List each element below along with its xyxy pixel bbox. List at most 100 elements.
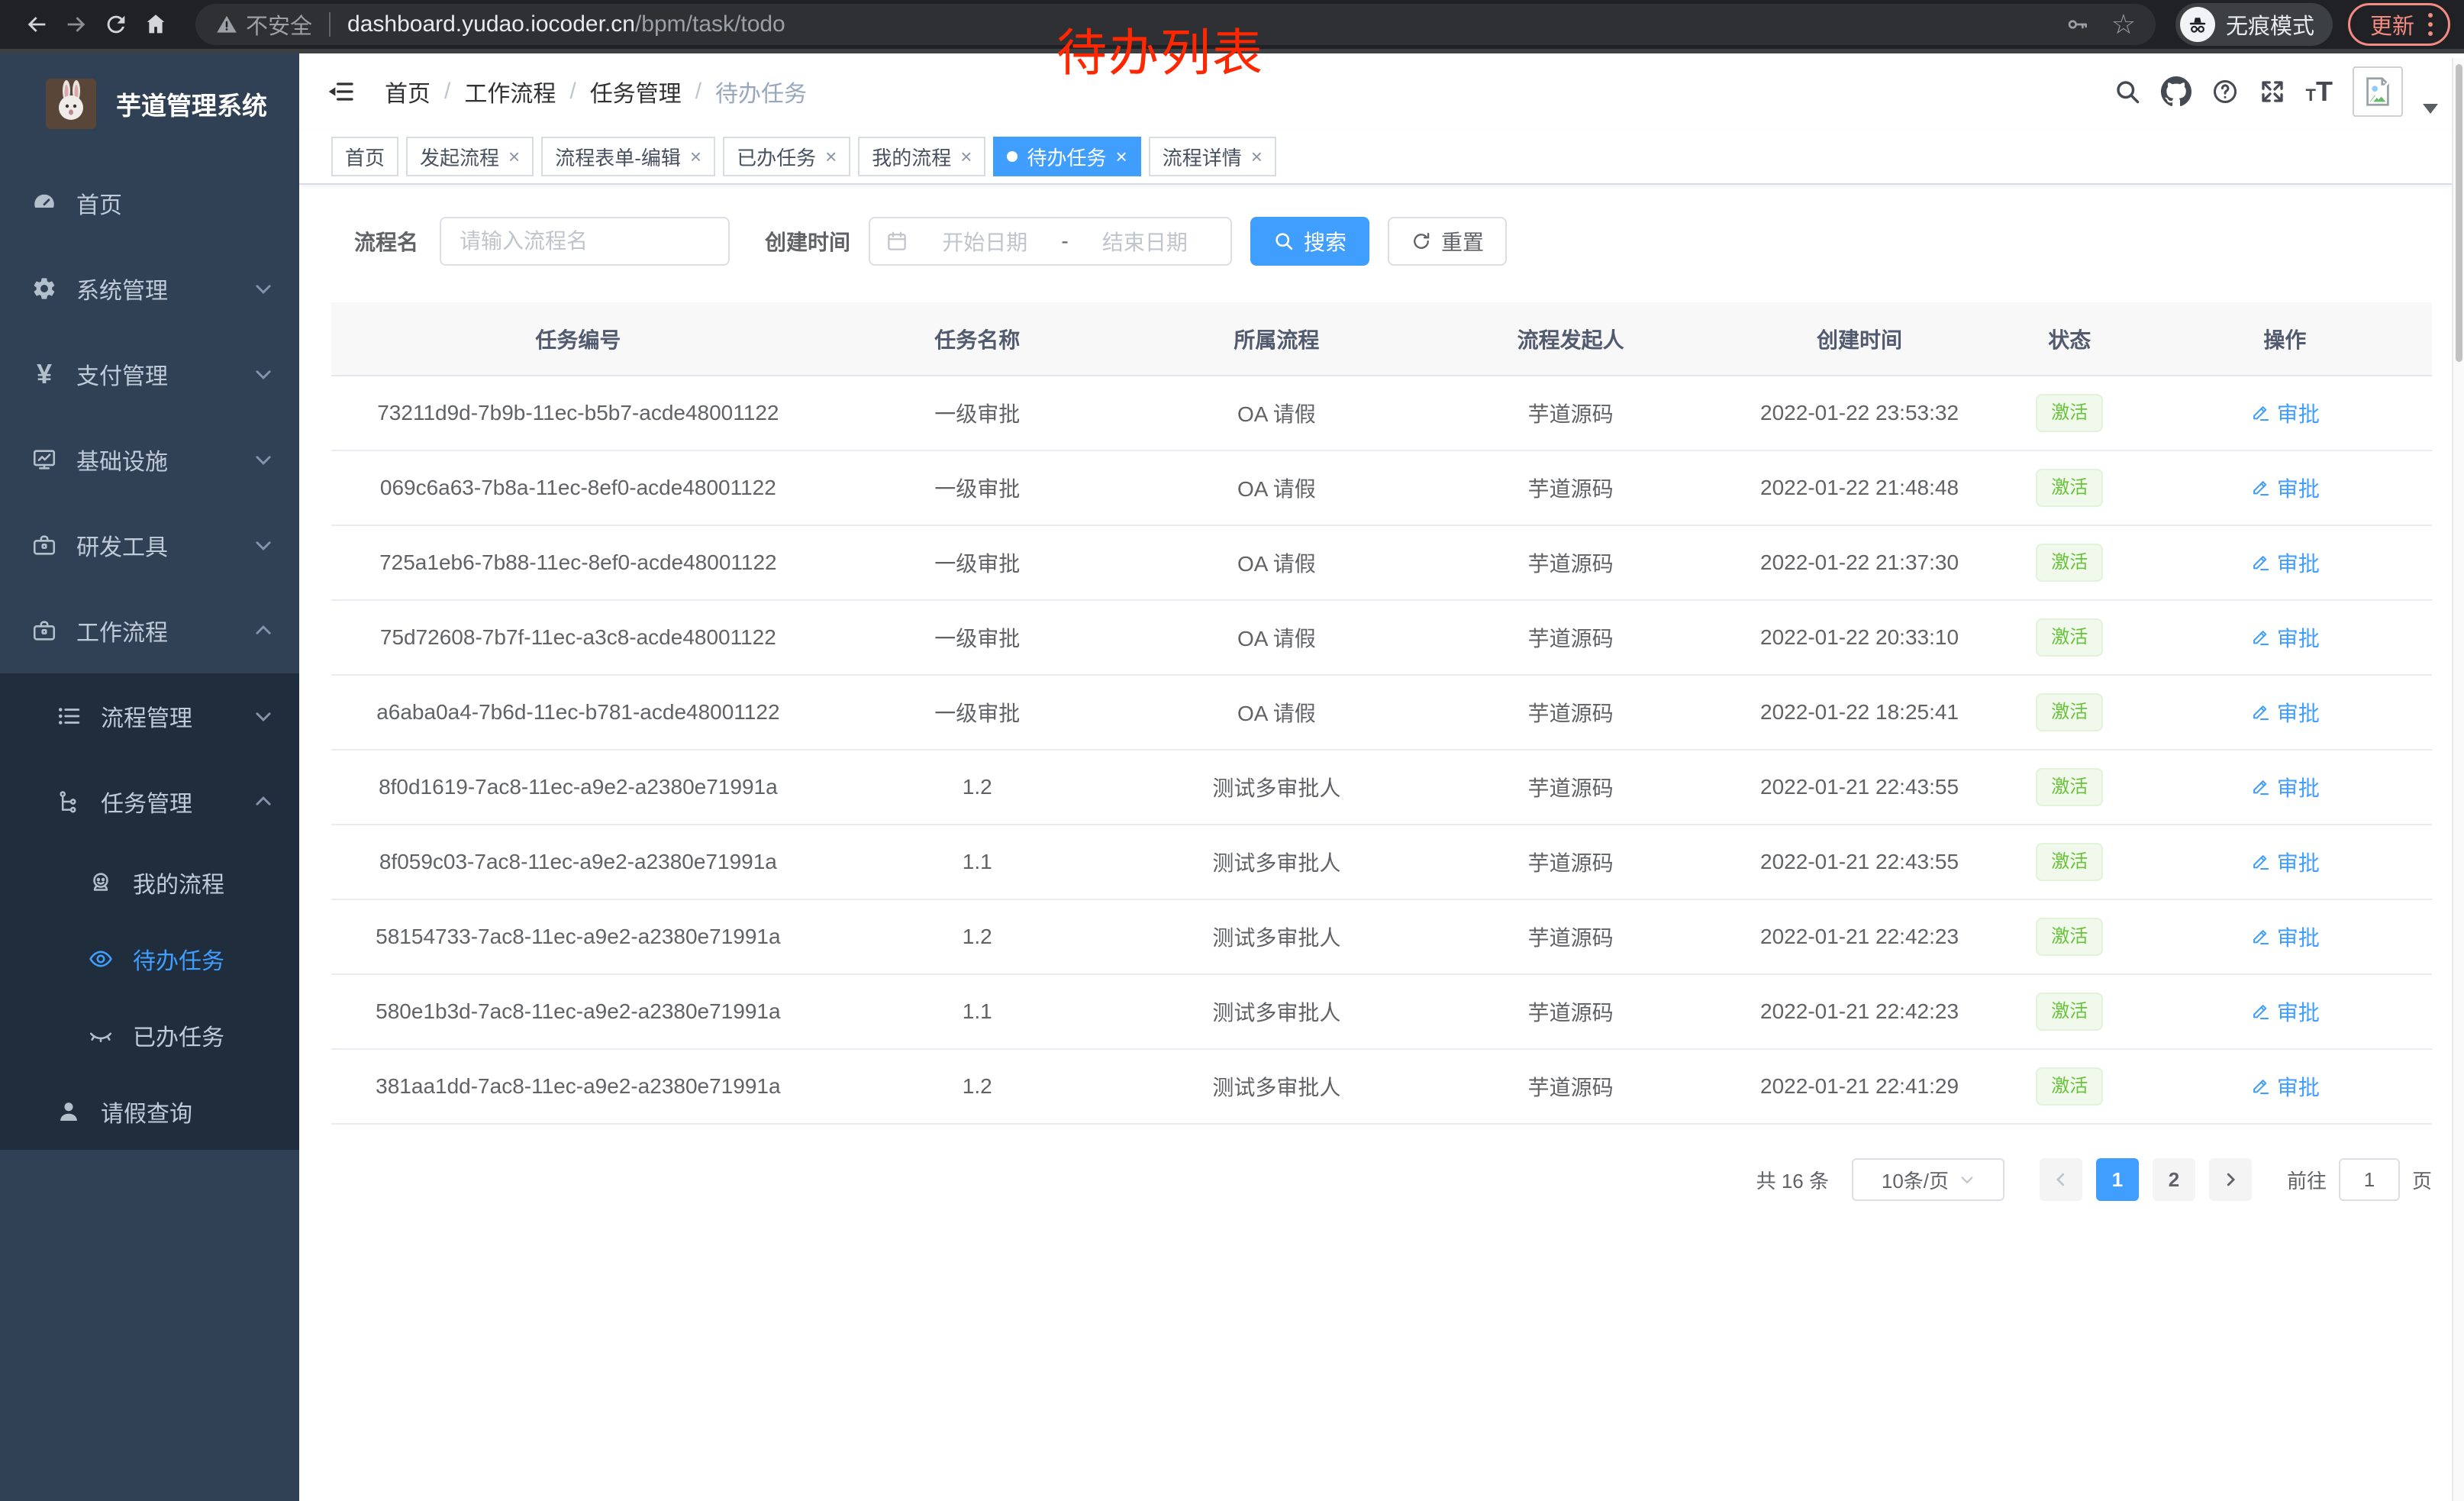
- col-action: 操作: [2138, 302, 2432, 376]
- sidebar-item-workflow[interactable]: 工作流程: [0, 588, 299, 673]
- approve-button[interactable]: 审批: [2250, 473, 2320, 503]
- approve-button[interactable]: 审批: [2250, 547, 2320, 578]
- github-icon[interactable]: [2161, 76, 2191, 107]
- end-date-placeholder: 结束日期: [1075, 226, 1215, 257]
- sidebar-item-payment[interactable]: ¥ 支付管理: [0, 331, 299, 417]
- sidebar-item-infra[interactable]: 基础设施: [0, 417, 299, 502]
- robot-face-icon: [87, 869, 114, 896]
- search-button[interactable]: 搜索: [1250, 217, 1369, 266]
- app-title: 芋道管理系统: [116, 86, 267, 122]
- sidebar-item-process-manage[interactable]: 流程管理: [0, 673, 299, 759]
- tag-start-process[interactable]: 发起流程×: [406, 137, 534, 176]
- close-icon[interactable]: ×: [825, 147, 837, 166]
- date-range-picker[interactable]: 开始日期 - 结束日期: [869, 217, 1232, 266]
- warning-icon: [215, 13, 238, 36]
- search-icon[interactable]: [2114, 78, 2141, 105]
- approve-button[interactable]: 审批: [2250, 996, 2320, 1027]
- sidebar-item-leave-query[interactable]: 请假查询: [0, 1073, 299, 1150]
- edit-icon: [2250, 552, 2271, 573]
- close-icon[interactable]: ×: [508, 147, 520, 166]
- approve-button[interactable]: 审批: [2250, 1071, 2320, 1102]
- tag-home[interactable]: 首页: [331, 137, 398, 176]
- table-row: a6aba0a4-7b6d-11ec-b781-acde48001122一级审批…: [331, 675, 2432, 750]
- key-icon[interactable]: [2066, 12, 2090, 37]
- tag-process-detail[interactable]: 流程详情×: [1149, 137, 1276, 176]
- gear-icon: [31, 275, 58, 302]
- divider: [329, 12, 331, 37]
- chevron-up-icon: [253, 792, 273, 812]
- help-icon[interactable]: [2211, 78, 2239, 105]
- process-name-label: 流程名: [354, 226, 418, 257]
- chevron-down-icon: [253, 706, 273, 726]
- table-row: 58154733-7ac8-11ec-a9e2-a2380e71991a1.2测…: [331, 899, 2432, 974]
- sidebar: 芋道管理系统 首页 系统管理 ¥ 支付管理: [0, 53, 299, 1501]
- approve-button[interactable]: 审批: [2250, 772, 2320, 802]
- page-size-select[interactable]: 10条/页: [1852, 1158, 2004, 1201]
- tag-form-edit[interactable]: 流程表单-编辑×: [541, 137, 715, 176]
- home-icon[interactable]: [136, 5, 176, 44]
- breadcrumb-home[interactable]: 首页: [385, 75, 431, 108]
- tag-todo-task[interactable]: 待办任务×: [993, 137, 1140, 176]
- edit-icon: [2250, 926, 2271, 947]
- update-button[interactable]: 更新: [2348, 3, 2450, 46]
- tag-done-task[interactable]: 已办任务×: [723, 137, 850, 176]
- tag-my-process[interactable]: 我的流程×: [858, 137, 985, 176]
- jump-page-input[interactable]: [2339, 1158, 2400, 1201]
- main-area: 首页 / 工作流程 / 任务管理 / 待办任务: [299, 53, 2464, 1501]
- page-button-2[interactable]: 2: [2153, 1158, 2195, 1201]
- sidebar-item-devtools[interactable]: 研发工具: [0, 502, 299, 588]
- address-bar[interactable]: 不安全 dashboard.yudao.iocoder.cn/bpm/task/…: [195, 4, 2156, 45]
- total-count: 共 16 条: [1756, 1166, 1829, 1194]
- avatar[interactable]: [2353, 66, 2403, 117]
- forward-icon[interactable]: [56, 5, 96, 44]
- prev-page-button[interactable]: [2040, 1158, 2082, 1201]
- approve-button[interactable]: 审批: [2250, 622, 2320, 653]
- workflow-icon: [31, 617, 58, 644]
- back-icon[interactable]: [17, 5, 56, 44]
- security-status[interactable]: 不安全: [215, 8, 312, 40]
- table-row: 381aa1dd-7ac8-11ec-a9e2-a2380e71991a1.2测…: [331, 1049, 2432, 1124]
- process-name-input[interactable]: [440, 217, 730, 266]
- incognito-badge: 无痕模式: [2175, 3, 2333, 46]
- bookmark-star-icon[interactable]: ☆: [2111, 11, 2136, 38]
- approve-button[interactable]: 审批: [2250, 697, 2320, 728]
- close-icon[interactable]: ×: [960, 147, 972, 166]
- sidebar-item-task-manage[interactable]: 任务管理: [0, 759, 299, 844]
- col-process: 所属流程: [1130, 302, 1424, 376]
- table-header-row: 任务编号 任务名称 所属流程 流程发起人 创建时间 状态 操作: [331, 302, 2432, 376]
- page-scrollbar[interactable]: [2452, 58, 2464, 1501]
- browser-menu-icon[interactable]: [2428, 13, 2433, 36]
- avatar-caret-icon[interactable]: [2423, 104, 2438, 114]
- fullscreen-icon[interactable]: [2259, 78, 2286, 105]
- close-icon[interactable]: ×: [1116, 147, 1127, 166]
- page-button-1[interactable]: 1: [2096, 1158, 2139, 1201]
- table-row: 75d72608-7b7f-11ec-a3c8-acde48001122一级审批…: [331, 600, 2432, 675]
- scrollbar-thumb[interactable]: [2456, 64, 2462, 362]
- sidebar-item-todo-task[interactable]: 待办任务: [0, 921, 299, 997]
- col-task-name: 任务名称: [825, 302, 1130, 376]
- sidebar-item-my-process[interactable]: 我的流程: [0, 844, 299, 921]
- breadcrumb-workflow[interactable]: 工作流程: [464, 75, 556, 108]
- font-size-icon[interactable]: TT: [2306, 76, 2333, 108]
- close-icon[interactable]: ×: [1251, 147, 1263, 166]
- next-page-button[interactable]: [2209, 1158, 2252, 1201]
- incognito-label: 无痕模式: [2226, 8, 2314, 40]
- sidebar-item-home[interactable]: 首页: [0, 160, 299, 246]
- tags-view: 首页 发起流程× 流程表单-编辑× 已办任务× 我的流程× 待办任务× 流程详情…: [299, 130, 2464, 185]
- breadcrumb-task-manage[interactable]: 任务管理: [590, 75, 682, 108]
- approve-button[interactable]: 审批: [2250, 847, 2320, 877]
- app-logo[interactable]: 芋道管理系统: [0, 53, 299, 154]
- approve-button[interactable]: 审批: [2250, 398, 2320, 428]
- reset-button[interactable]: 重置: [1388, 217, 1507, 266]
- sidebar-item-done-task[interactable]: 已办任务: [0, 997, 299, 1073]
- reload-icon[interactable]: [96, 5, 136, 44]
- approve-button[interactable]: 审批: [2250, 922, 2320, 952]
- sidebar-fold-icon[interactable]: [325, 76, 356, 107]
- search-icon: [1273, 231, 1295, 252]
- close-icon[interactable]: ×: [690, 147, 701, 166]
- chevron-down-icon: [1959, 1172, 1975, 1187]
- refresh-icon: [1411, 231, 1432, 252]
- create-time-label: 创建时间: [765, 226, 850, 257]
- sidebar-item-system[interactable]: 系统管理: [0, 246, 299, 331]
- workflow-submenu: 流程管理 任务管理 我的流程: [0, 673, 299, 1150]
